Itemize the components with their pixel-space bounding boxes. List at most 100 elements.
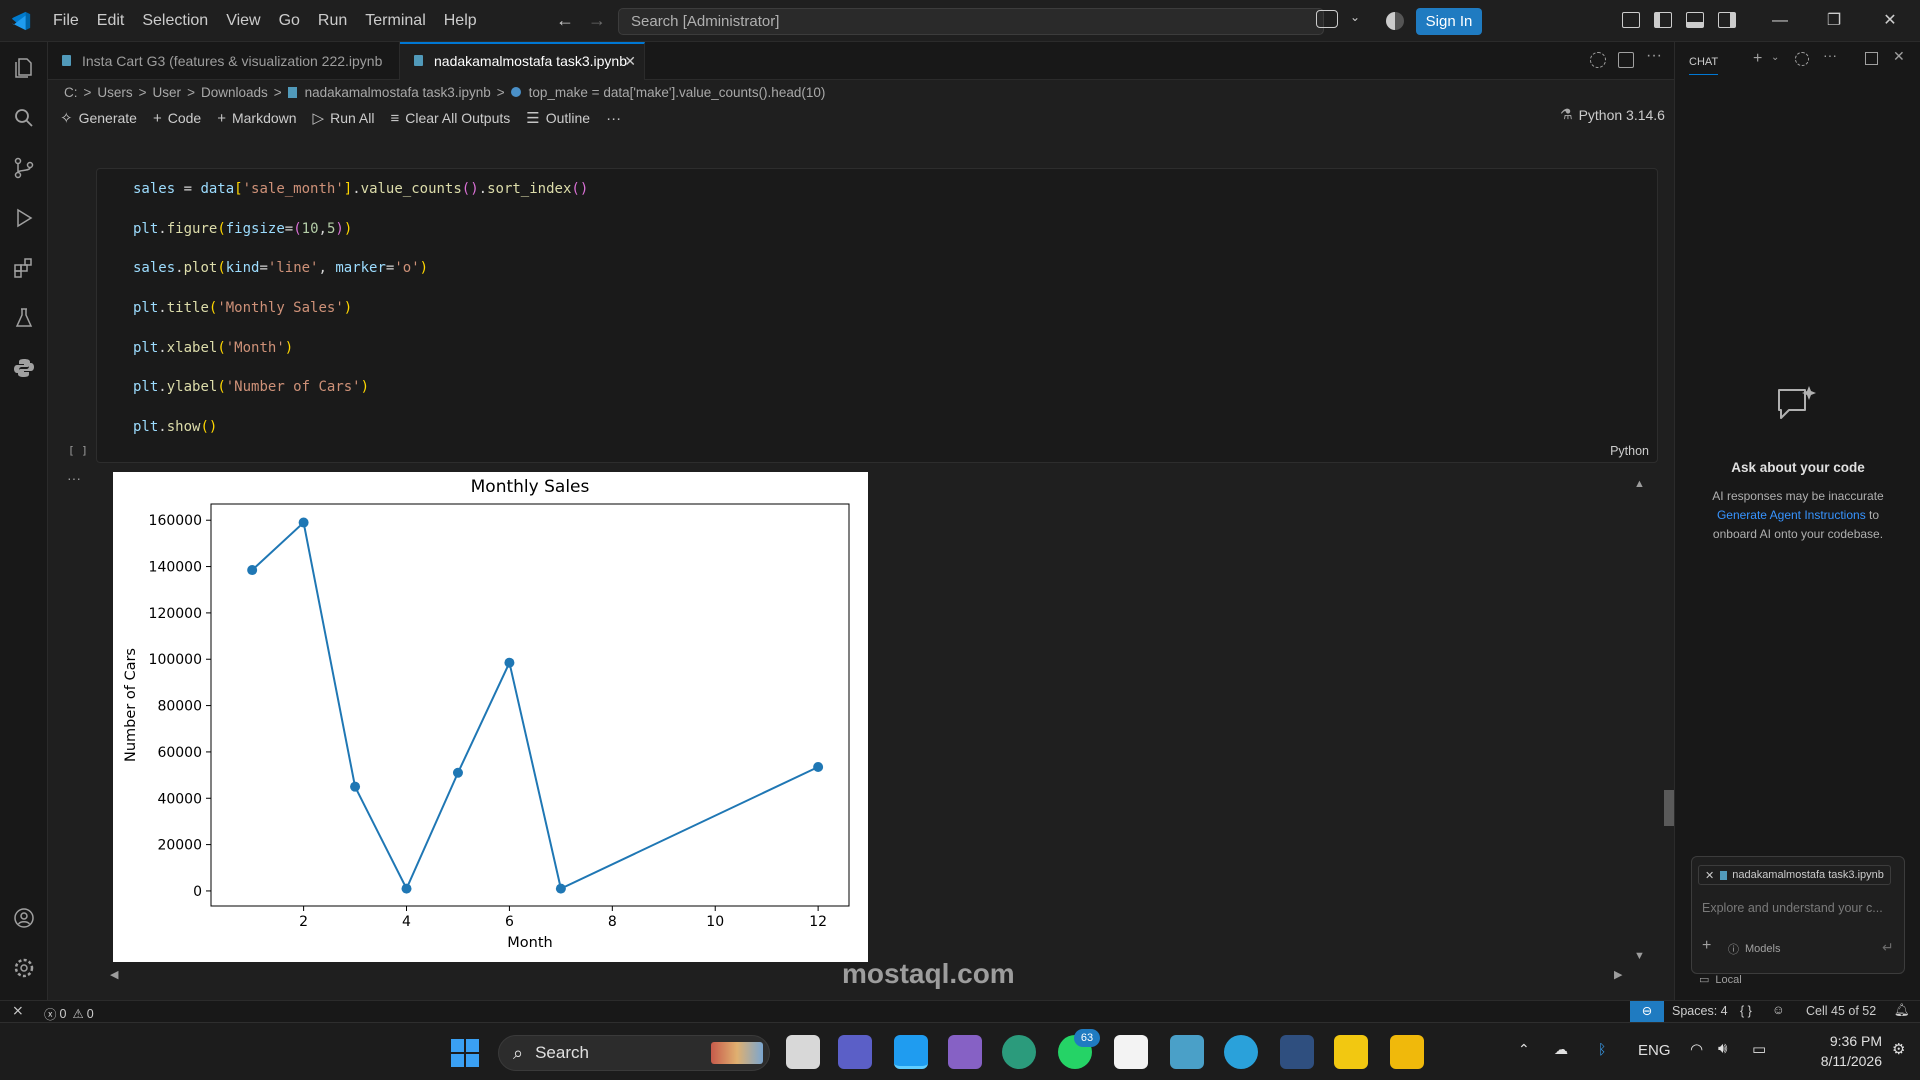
sql-server-icon[interactable] bbox=[1280, 1035, 1314, 1069]
chat-title[interactable]: CHAT bbox=[1689, 56, 1719, 75]
customize-layout-icon[interactable] bbox=[1622, 12, 1640, 28]
remove-attachment-icon[interactable]: ✕ bbox=[1705, 869, 1714, 882]
language-braces-status[interactable]: { } bbox=[1740, 1004, 1752, 1018]
chat-settings-gear-icon[interactable] bbox=[1795, 52, 1809, 66]
close-chat-icon[interactable]: ✕ bbox=[1893, 48, 1905, 65]
output-more-icon[interactable]: ··· bbox=[67, 470, 81, 486]
context-attachment[interactable]: ✕ nadakamalmostafa task3.ipynb bbox=[1698, 865, 1891, 885]
telegram-icon[interactable] bbox=[1224, 1035, 1258, 1069]
problems-indicator[interactable]: ⓧ 0 ⚠ 0 bbox=[44, 1004, 94, 1023]
gear-icon[interactable] bbox=[12, 956, 36, 980]
accounts-icon[interactable] bbox=[12, 906, 36, 930]
menu-go[interactable]: Go bbox=[270, 0, 309, 42]
run-debug-icon[interactable] bbox=[12, 206, 36, 230]
explorer-icon[interactable] bbox=[12, 56, 36, 80]
breadcrumb-user[interactable]: User bbox=[153, 85, 182, 100]
session-location[interactable]: ▭ Local bbox=[1699, 973, 1742, 987]
accounts-shield-icon[interactable] bbox=[1386, 12, 1404, 30]
back-arrow-icon[interactable]: ← bbox=[556, 10, 574, 31]
microsoft-store-icon[interactable] bbox=[1114, 1035, 1148, 1069]
visual-studio-icon[interactable] bbox=[948, 1035, 982, 1069]
edge-icon[interactable] bbox=[1002, 1035, 1036, 1069]
chat-input-field[interactable]: Explore and understand your c... bbox=[1702, 901, 1883, 915]
scroll-down-icon[interactable]: ▼ bbox=[1634, 950, 1645, 962]
menu-view[interactable]: View bbox=[217, 0, 269, 42]
toolbar-more-icon[interactable]: ··· bbox=[606, 110, 627, 127]
scroll-right-icon[interactable]: ▶ bbox=[1614, 968, 1622, 981]
taskbar-search-box[interactable]: ⌕ Search bbox=[498, 1035, 770, 1071]
minimize-icon[interactable]: — bbox=[1752, 0, 1808, 42]
maps-app-icon[interactable] bbox=[1170, 1035, 1204, 1069]
editor-scrollbar[interactable] bbox=[1664, 790, 1674, 826]
send-icon[interactable]: ↵ bbox=[1882, 939, 1894, 956]
breadcrumb-downloads[interactable]: Downloads bbox=[201, 85, 268, 100]
remote-indicator-icon[interactable]: ⨯ bbox=[12, 1002, 24, 1019]
teams-icon[interactable] bbox=[838, 1035, 872, 1069]
restore-icon[interactable]: ❐ bbox=[1806, 0, 1862, 42]
copilot-chat-icon[interactable] bbox=[1316, 10, 1338, 28]
volume-icon[interactable]: 🔊︎ bbox=[1718, 1040, 1727, 1057]
breadcrumb-users[interactable]: Users bbox=[97, 85, 132, 100]
menu-terminal[interactable]: Terminal bbox=[356, 0, 434, 42]
source-control-icon[interactable] bbox=[12, 156, 36, 180]
breadcrumb-cell[interactable]: top_make = data['make'].value_counts().h… bbox=[529, 85, 826, 100]
chat-input-box[interactable]: ✕ nadakamalmostafa task3.ipynb Explore a… bbox=[1691, 856, 1905, 974]
menu-edit[interactable]: Edit bbox=[88, 0, 134, 42]
new-chat-plus-icon[interactable]: + bbox=[1753, 50, 1762, 68]
kernel-picker[interactable]: ⚗ Python 3.14.6 bbox=[1560, 106, 1665, 123]
close-window-icon[interactable]: ✕ bbox=[1862, 0, 1918, 42]
tab-nadakamalmostafa-task3[interactable]: nadakamalmostafa task3.ipynb ✕ bbox=[400, 42, 645, 80]
sign-in-button[interactable]: Sign In bbox=[1416, 8, 1482, 35]
forward-arrow-icon[interactable]: → bbox=[588, 10, 606, 31]
toggle-secondary-sidebar-icon[interactable] bbox=[1718, 12, 1736, 28]
cell-position-status[interactable]: Cell 45 of 52 bbox=[1806, 1004, 1876, 1018]
outline-button[interactable]: ☰ Outline bbox=[526, 109, 590, 127]
battery-icon[interactable]: ▭ bbox=[1752, 1040, 1766, 1058]
file-explorer-icon[interactable] bbox=[1390, 1035, 1424, 1069]
toggle-sidebar-icon[interactable] bbox=[1654, 12, 1672, 28]
split-editor-icon[interactable] bbox=[1618, 52, 1634, 68]
command-search-input[interactable]: Search [Administrator] bbox=[618, 8, 1324, 35]
more-actions-icon[interactable]: ··· bbox=[1646, 47, 1662, 65]
wifi-icon[interactable]: ◠ bbox=[1690, 1040, 1703, 1058]
menu-run[interactable]: Run bbox=[309, 0, 356, 42]
chat-more-icon[interactable]: ··· bbox=[1823, 47, 1837, 63]
clock[interactable]: 9:36 PM 8/11/2026 bbox=[1790, 1031, 1882, 1071]
indentation-status[interactable]: Spaces: 4 bbox=[1672, 1004, 1728, 1018]
scroll-left-icon[interactable]: ◀ bbox=[110, 968, 118, 981]
code-cell[interactable]: sales = data['sale_month'].value_counts(… bbox=[96, 168, 1658, 463]
add-context-plus-icon[interactable]: + bbox=[1702, 937, 1711, 955]
generate-instructions-link[interactable]: Generate Agent Instructions bbox=[1717, 508, 1866, 522]
clear-outputs-button[interactable]: ≡ Clear All Outputs bbox=[390, 110, 510, 127]
power-bi-icon[interactable] bbox=[1334, 1035, 1368, 1069]
menu-help[interactable]: Help bbox=[435, 0, 486, 42]
breadcrumb-drive[interactable]: C: bbox=[64, 85, 78, 100]
copilot-status-icon[interactable]: ☺ bbox=[1772, 1003, 1785, 1017]
scroll-up-icon[interactable]: ▲ bbox=[1634, 478, 1645, 490]
tab-insta-cart[interactable]: Insta Cart G3 (features & visualization … bbox=[48, 42, 400, 80]
toggle-panel-icon[interactable] bbox=[1686, 12, 1704, 28]
notebook-settings-icon[interactable] bbox=[1590, 52, 1606, 68]
chevron-down-icon[interactable]: ⌄ bbox=[1771, 52, 1779, 63]
close-tab-icon[interactable]: ✕ bbox=[624, 44, 636, 78]
maximize-icon[interactable] bbox=[1865, 52, 1878, 65]
notifications-bell-icon[interactable]: 🔔︎ bbox=[1894, 1003, 1910, 1018]
generate-button[interactable]: ✧ Generate bbox=[60, 109, 137, 127]
zoom-indicator-icon[interactable]: ⊖ bbox=[1630, 1001, 1664, 1022]
extensions-icon[interactable] bbox=[12, 256, 36, 280]
python-icon[interactable] bbox=[12, 356, 36, 380]
run-all-button[interactable]: ▷ Run All bbox=[313, 109, 375, 127]
vscode-taskbar-icon[interactable] bbox=[894, 1035, 928, 1069]
testing-flask-icon[interactable] bbox=[12, 306, 36, 330]
input-language-indicator[interactable]: ENG bbox=[1638, 1042, 1671, 1059]
menu-file[interactable]: File bbox=[44, 0, 88, 42]
cell-language-label[interactable]: Python bbox=[1610, 444, 1649, 458]
add-markdown-cell-button[interactable]: + Markdown bbox=[217, 110, 296, 127]
add-code-cell-button[interactable]: + Code bbox=[153, 110, 201, 127]
breadcrumb-file[interactable]: nadakamalmostafa task3.ipynb bbox=[305, 85, 491, 100]
chevron-down-icon[interactable]: ⌄ bbox=[1350, 10, 1360, 24]
menu-selection[interactable]: Selection bbox=[133, 0, 217, 42]
bluetooth-icon[interactable]: ᛒ bbox=[1598, 1041, 1606, 1057]
models-picker[interactable]: ⓘ Models bbox=[1728, 941, 1780, 957]
show-hidden-icons-chevron-icon[interactable]: ⌃ bbox=[1518, 1041, 1530, 1058]
